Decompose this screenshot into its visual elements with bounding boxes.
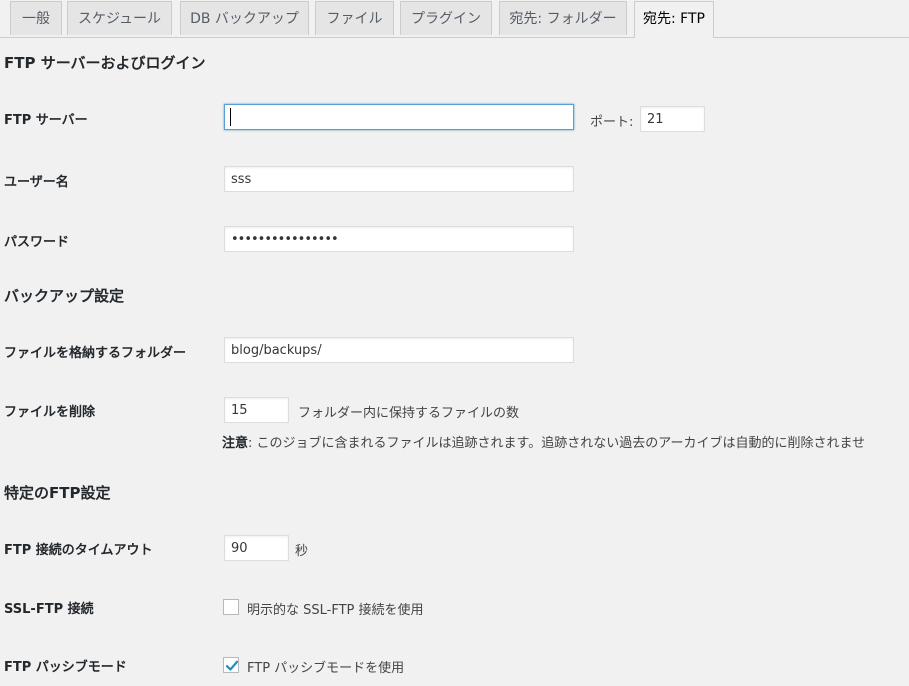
- ssl-ftp-checkbox[interactable]: [223, 599, 239, 615]
- note-body: : このジョブに含まれるファイルは追跡されます。追跡されない過去のアーカイブは自…: [248, 436, 866, 451]
- port-input[interactable]: [640, 106, 705, 132]
- tab-schedule[interactable]: スケジュール: [67, 1, 172, 35]
- tab-db-backup[interactable]: DB バックアップ: [180, 1, 309, 35]
- note-bold: 注意: [222, 436, 249, 451]
- text-caret: [230, 108, 231, 126]
- password-input[interactable]: [224, 226, 574, 252]
- checkmark-icon: [225, 660, 239, 671]
- ssl-ftp-checkbox-label[interactable]: 明示的な SSL-FTP 接続を使用: [247, 599, 424, 618]
- timeout-unit: 秒: [295, 544, 309, 559]
- max-files-input[interactable]: [224, 397, 289, 423]
- passive-mode-label: FTP パッシブモード: [4, 660, 127, 675]
- section-title-ftp-login: FTP サーバーおよびログイン: [4, 54, 206, 72]
- username-input[interactable]: [224, 166, 574, 192]
- section-title-specific-ftp: 特定のFTP設定: [4, 484, 111, 502]
- tab-dest-folder[interactable]: 宛先: フォルダー: [499, 1, 627, 35]
- ssl-ftp-label: SSL-FTP 接続: [4, 602, 94, 617]
- passive-mode-checkbox-label[interactable]: FTP パッシブモードを使用: [247, 657, 404, 676]
- tab-files[interactable]: ファイル: [315, 1, 394, 35]
- folder-label: ファイルを格納するフォルダー: [4, 346, 187, 361]
- nav-tab-wrapper: 一般 スケジュール DB バックアップ ファイル プラグイン 宛先: フォルダー…: [0, 0, 909, 38]
- username-label: ユーザー名: [4, 175, 69, 190]
- max-files-description: フォルダー内に保持するファイルの数: [298, 406, 520, 421]
- port-label: ポート:: [590, 115, 634, 130]
- timeout-label: FTP 接続のタイムアウト: [4, 543, 153, 558]
- ftp-server-input[interactable]: [224, 104, 574, 130]
- tab-dest-ftp[interactable]: 宛先: FTP: [634, 1, 714, 38]
- folder-input[interactable]: [224, 337, 574, 363]
- section-title-backup-settings: バックアップ設定: [4, 287, 125, 305]
- timeout-input[interactable]: [224, 535, 289, 561]
- passive-mode-checkbox[interactable]: [223, 657, 239, 673]
- note-text: 注意: このジョブに含まれるファイルは追跡されます。追跡されない過去のアーカイブ…: [222, 432, 909, 451]
- ftp-server-label: FTP サーバー: [4, 113, 88, 128]
- delete-files-label: ファイルを削除: [4, 405, 96, 420]
- password-label: パスワード: [4, 235, 70, 250]
- tab-plugins[interactable]: プラグイン: [400, 1, 492, 35]
- tab-general[interactable]: 一般: [10, 1, 62, 35]
